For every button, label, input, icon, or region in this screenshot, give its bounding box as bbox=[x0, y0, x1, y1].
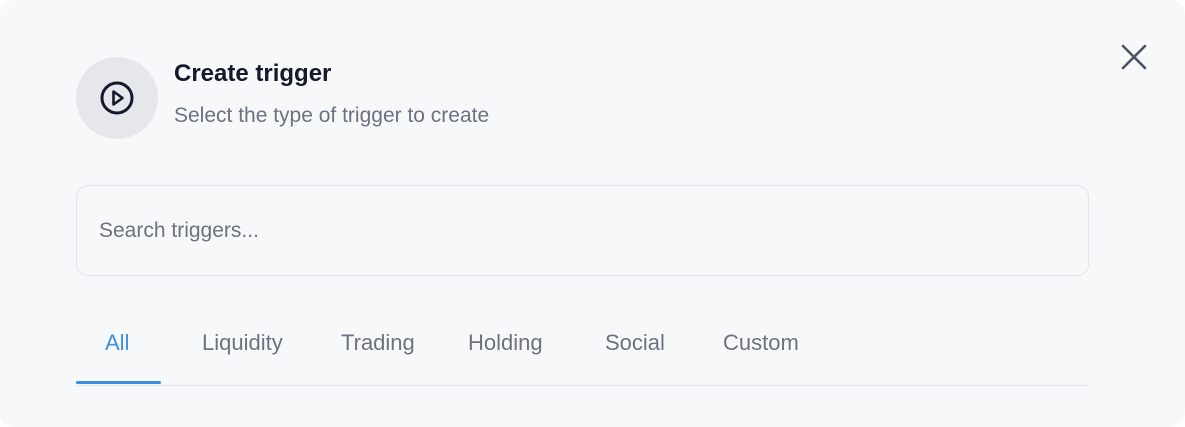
dialog-title: Create trigger bbox=[174, 60, 332, 87]
tab-trading[interactable]: Trading bbox=[341, 318, 415, 368]
close-icon bbox=[1121, 44, 1147, 70]
tab-social[interactable]: Social bbox=[605, 318, 665, 368]
tab-holding[interactable]: Holding bbox=[468, 318, 543, 368]
close-button[interactable] bbox=[1113, 36, 1155, 78]
tab-custom[interactable]: Custom bbox=[723, 318, 799, 368]
tabs-divider bbox=[76, 385, 1089, 386]
search-input[interactable] bbox=[76, 185, 1089, 276]
create-trigger-dialog: Create trigger Select the type of trigge… bbox=[0, 0, 1185, 427]
play-circle-icon bbox=[76, 57, 158, 139]
active-tab-indicator bbox=[76, 381, 161, 384]
dialog-subtitle: Select the type of trigger to create bbox=[174, 104, 490, 127]
tab-all[interactable]: All bbox=[105, 318, 129, 368]
trigger-type-tabs: All Liquidity Trading Holding Social Cus… bbox=[76, 318, 1089, 386]
tab-liquidity[interactable]: Liquidity bbox=[202, 318, 283, 368]
